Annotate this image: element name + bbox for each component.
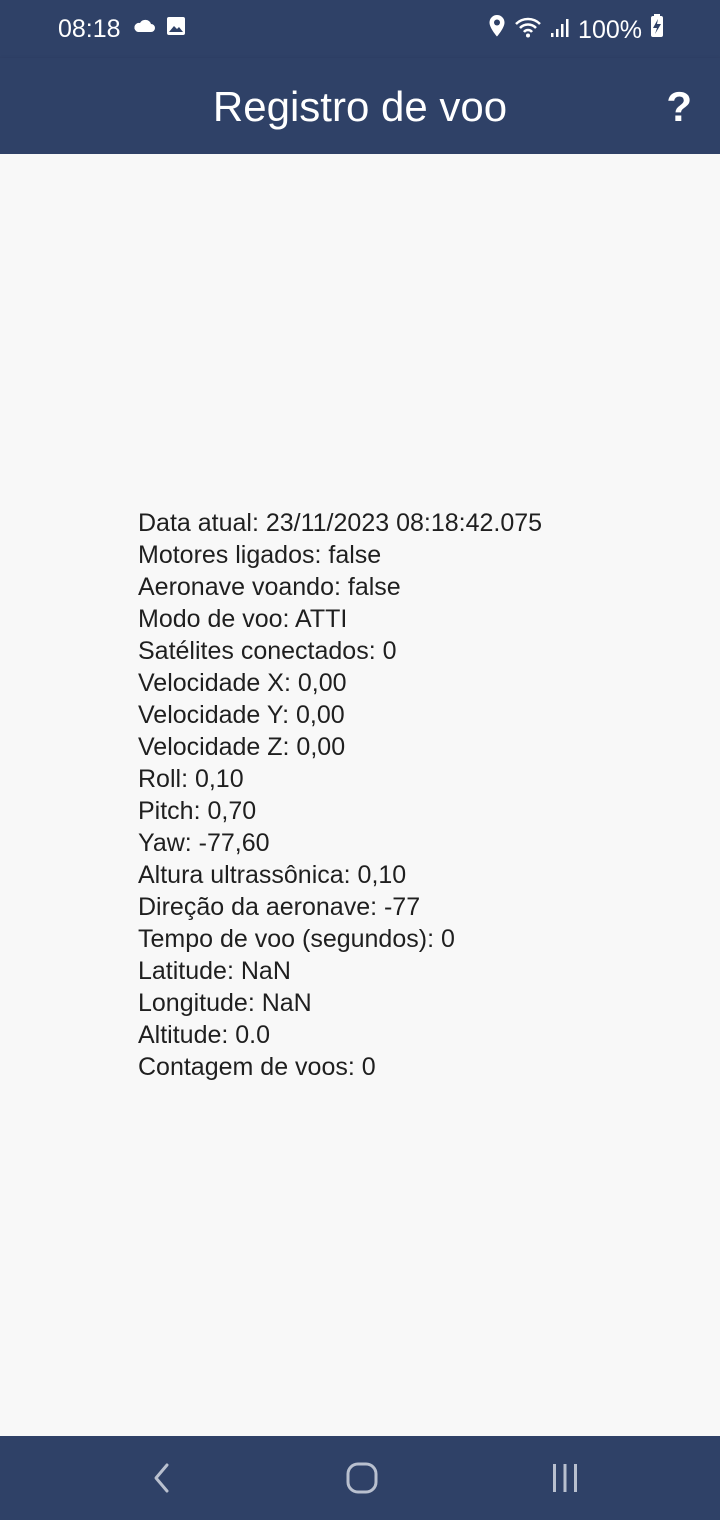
telemetry-ultrasonic-height: Altura ultrassônica: 0,10 [138,861,407,889]
telemetry-altitude: Altitude: 0.0 [138,1021,271,1049]
flight-log-content: Data atual: 23/11/2023 08:18:42.075 Moto… [0,154,720,1436]
home-icon [345,1461,379,1500]
status-left-icons [132,16,186,41]
battery-percent: 100% [578,15,642,44]
telemetry-motors-on: Motores ligados: false [138,541,382,569]
status-bar: 08:18 100% [0,0,720,58]
signal-icon [550,15,570,45]
back-button[interactable] [140,1458,184,1502]
telemetry-aircraft-heading: Direção da aeronave: -77 [138,893,421,921]
telemetry-list: Data atual: 23/11/2023 08:18:42.075 Moto… [138,507,542,1083]
system-nav-bar [0,1436,720,1520]
wifi-icon [514,15,542,45]
app-bar: Registro de voo ? [0,58,720,154]
telemetry-pitch: Pitch: 0,70 [138,797,257,825]
recent-apps-icon [550,1463,580,1498]
back-icon [151,1462,173,1499]
telemetry-flight-mode: Modo de voo: ATTI [138,605,348,633]
recent-apps-button[interactable] [543,1458,587,1502]
page-title: Registro de voo [212,83,508,130]
cloud-icon [132,18,156,39]
telemetry-current-date: Data atual: 23/11/2023 08:18:42.075 [138,509,543,537]
telemetry-velocity-y: Velocidade Y: 0,00 [138,701,345,729]
telemetry-aircraft-flying: Aeronave voando: false [138,573,401,601]
telemetry-satellites: Satélites conectados: 0 [138,637,397,665]
telemetry-velocity-z: Velocidade Z: 0,00 [138,733,346,761]
location-icon [488,14,506,45]
battery-charging-icon [650,14,664,45]
telemetry-velocity-x: Velocidade X: 0,00 [138,669,347,697]
status-time: 08:18 [58,15,121,43]
help-button[interactable]: ? [666,84,692,130]
image-icon [166,16,186,41]
telemetry-longitude: Longitude: NaN [138,989,312,1017]
telemetry-yaw: Yaw: -77,60 [138,829,270,857]
status-right-icons: 100% [488,14,664,45]
home-button[interactable] [340,1458,384,1502]
telemetry-flight-time: Tempo de voo (segundos): 0 [138,925,455,953]
telemetry-flight-count: Contagem de voos: 0 [138,1053,376,1081]
telemetry-roll: Roll: 0,10 [138,765,244,793]
telemetry-latitude: Latitude: NaN [138,957,291,985]
